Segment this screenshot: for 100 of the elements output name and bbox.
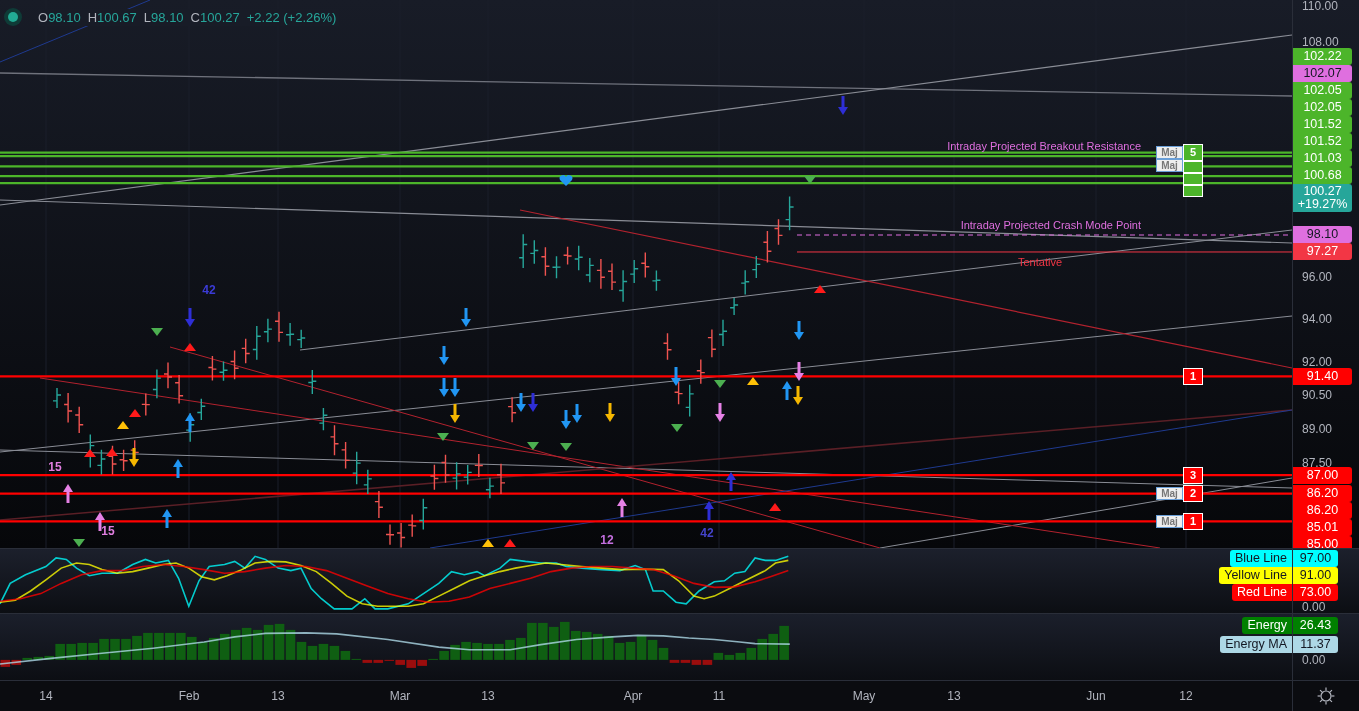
energy-bar: [88, 642, 98, 660]
energy-bar: [241, 627, 252, 660]
energy-bar: [132, 635, 142, 660]
energy-bar: [110, 638, 120, 660]
indicator-value: 26.43: [1292, 617, 1338, 634]
heart-icon: [559, 175, 573, 186]
up-arrow-icon: [162, 509, 172, 528]
time-axis-label: May: [852, 689, 876, 703]
up-triangle-icon: [504, 539, 516, 547]
energy-bar: [603, 635, 614, 660]
level-badge: 1: [1183, 512, 1203, 530]
energy-bar: [99, 638, 109, 660]
energy-bar: [779, 625, 789, 660]
price-tick: 89.00: [1302, 422, 1333, 436]
energy-bar: [197, 641, 208, 660]
down-triangle-icon: [151, 328, 163, 336]
energy-bar: [592, 633, 603, 660]
last-price: 100.27: [1303, 184, 1342, 198]
down-triangle-icon: [527, 442, 539, 450]
price-change-percent: +19.27%: [1297, 197, 1348, 211]
time-axis-label: Feb: [178, 689, 200, 703]
signal-count: 12: [599, 533, 615, 547]
down-arrow-icon: [794, 362, 804, 381]
energy-bar: [187, 636, 197, 660]
down-arrow-icon: [450, 404, 460, 423]
level-badge: 1: [1183, 367, 1203, 385]
indicator-value: 73.00: [1292, 584, 1338, 601]
up-arrow-icon: [173, 459, 183, 478]
price-label: 98.10: [1293, 226, 1352, 244]
up-triangle-icon: [747, 377, 759, 385]
energy-bar: [165, 632, 175, 660]
energy-bar: [559, 621, 570, 660]
energy-bar: [219, 633, 230, 660]
up-arrow-icon: [617, 498, 627, 517]
price-label: 85.01: [1293, 519, 1352, 537]
ohlc-value: L98.10: [143, 9, 184, 25]
down-arrow-icon: [516, 393, 526, 412]
energy-bar: [472, 642, 482, 660]
up-triangle-icon: [482, 539, 494, 547]
axis-tick: 0.00: [1302, 654, 1326, 666]
settings-icon[interactable]: [1317, 687, 1335, 705]
time-axis-label: Jun: [1086, 689, 1106, 703]
energy-bar: [208, 637, 219, 660]
down-arrow-icon: [439, 378, 449, 397]
status-dot-icon: [4, 8, 22, 26]
level-tag: Maj: [1156, 487, 1183, 501]
down-arrow-icon: [185, 308, 195, 327]
price-tick: 108.00: [1302, 35, 1339, 49]
price-label: 102.22: [1293, 47, 1352, 65]
energy-bar: [768, 633, 778, 660]
energy-bar: [625, 641, 636, 660]
energy-bar: [274, 623, 285, 660]
price-tick: 92.00: [1302, 356, 1333, 370]
down-triangle-icon: [804, 176, 816, 184]
down-arrow-icon: [528, 393, 538, 412]
energy-bar: [494, 643, 504, 660]
down-arrow-icon: [450, 378, 460, 397]
energy-bar: [252, 629, 263, 660]
ohlc-value: O98.10: [38, 9, 81, 25]
energy-bar: [549, 626, 559, 660]
energy-bar: [570, 630, 581, 660]
price-tick: 90.50: [1302, 389, 1333, 403]
ohlc-value: C100.27: [190, 9, 240, 25]
energy-bar: [230, 629, 241, 660]
level-badge: 2: [1183, 485, 1203, 503]
down-arrow-icon: [439, 346, 449, 365]
energy-bar: [461, 641, 471, 660]
energy-bar: [538, 622, 548, 660]
down-triangle-icon: [73, 539, 85, 547]
level-tag: Maj: [1156, 514, 1183, 528]
price-change: +2.22 (+2.26%): [246, 9, 337, 25]
up-arrow-icon: [704, 501, 714, 520]
indicator-name: Energy MA: [1220, 636, 1292, 653]
chart-annotation: Intraday Projected Breakout Resistance: [947, 139, 1141, 153]
energy-bar: [614, 642, 625, 660]
energy-bar: [263, 624, 274, 660]
up-arrow-icon: [726, 472, 736, 491]
up-triangle-icon: [106, 448, 118, 456]
down-arrow-icon: [129, 448, 139, 467]
time-axis-label: 11: [712, 689, 726, 703]
indicator-name: Blue Line: [1229, 550, 1292, 567]
up-triangle-icon: [814, 285, 826, 293]
down-arrow-icon: [572, 404, 582, 423]
price-tick: 110.00: [1302, 0, 1338, 13]
chart-annotation: Intraday Projected Crash Mode Point: [960, 219, 1141, 232]
axis-tick: 0.00: [1302, 601, 1326, 613]
signal-count: 15: [100, 524, 116, 538]
price-label: 91.40: [1293, 367, 1352, 385]
energy-bar: [307, 645, 318, 660]
up-triangle-icon: [84, 449, 96, 457]
price-tick: 96.00: [1302, 271, 1333, 285]
energy-bar: [483, 643, 493, 660]
up-arrow-icon: [63, 484, 73, 503]
up-arrow-icon: [782, 381, 792, 400]
energy-bar: [121, 638, 131, 660]
down-arrow-icon: [794, 321, 804, 340]
time-axis-label: 14: [39, 689, 53, 703]
level-badge: 3: [1183, 466, 1203, 484]
indicator-name: Red Line: [1231, 584, 1292, 601]
indicator-name: Yellow Line: [1219, 567, 1292, 584]
